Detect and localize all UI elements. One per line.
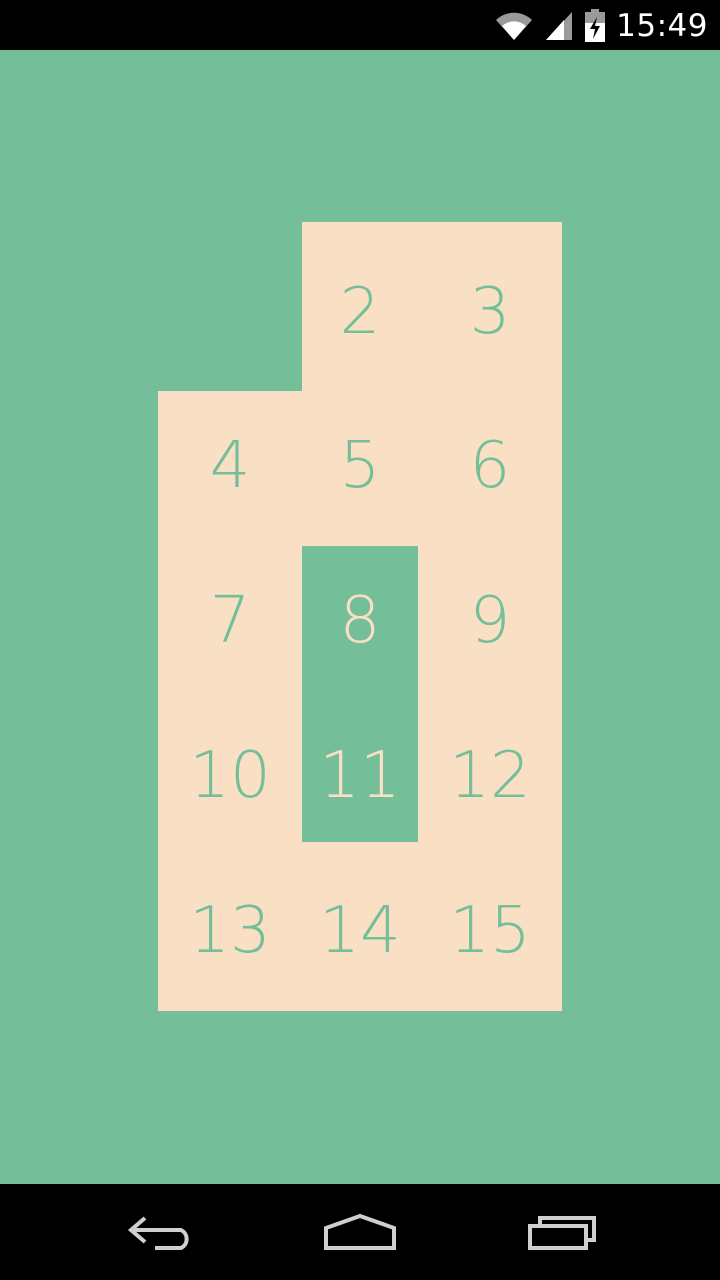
tile-8[interactable]: 8 bbox=[295, 561, 425, 681]
game-area: 1 2 3 4 5 6 7 8 9 10 11 12 13 14 15 bbox=[0, 50, 720, 1184]
wifi-icon bbox=[494, 10, 534, 42]
tile-7[interactable]: 7 bbox=[165, 561, 295, 681]
home-icon bbox=[322, 1212, 398, 1252]
back-icon bbox=[125, 1212, 195, 1252]
status-time: 15:49 bbox=[616, 8, 708, 44]
tile-10[interactable]: 10 bbox=[165, 716, 295, 836]
tile-11[interactable]: 11 bbox=[295, 716, 425, 836]
tile-2[interactable]: 2 bbox=[295, 252, 425, 372]
tile-15[interactable]: 15 bbox=[425, 871, 555, 991]
battery-charging-icon bbox=[584, 9, 606, 43]
signal-icon bbox=[544, 10, 574, 42]
tile-13[interactable]: 13 bbox=[165, 871, 295, 991]
recents-icon bbox=[526, 1212, 598, 1252]
tile-3[interactable]: 3 bbox=[425, 252, 555, 372]
navigation-bar bbox=[0, 1184, 720, 1280]
status-icons: 15:49 bbox=[494, 8, 708, 44]
tile-12[interactable]: 12 bbox=[425, 716, 555, 836]
tile-14[interactable]: 14 bbox=[295, 871, 425, 991]
status-bar: 15:49 bbox=[0, 0, 720, 50]
tile-9[interactable]: 9 bbox=[425, 561, 555, 681]
tile-6[interactable]: 6 bbox=[425, 406, 555, 526]
home-button[interactable] bbox=[310, 1204, 410, 1260]
tile-4[interactable]: 4 bbox=[165, 406, 295, 526]
recents-button[interactable] bbox=[512, 1204, 612, 1260]
back-button[interactable] bbox=[110, 1204, 210, 1260]
tile-5[interactable]: 5 bbox=[295, 406, 425, 526]
tile-1[interactable]: 1 bbox=[165, 252, 295, 372]
